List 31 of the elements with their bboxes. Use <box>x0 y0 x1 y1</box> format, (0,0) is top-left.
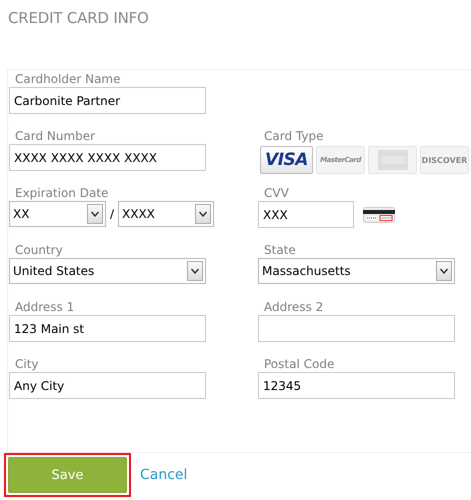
dropdown[interactable]: XXXX <box>118 201 214 227</box>
caret-icon <box>191 268 199 274</box>
dropdown[interactable]: Massachusetts <box>258 258 455 284</box>
text-field[interactable]: XXX <box>258 201 354 228</box>
caret-icon <box>440 268 448 274</box>
section-title: CREDIT CARD INFO <box>7 8 150 29</box>
caret-icon <box>199 211 207 217</box>
field-label: Country <box>14 242 64 258</box>
field-label: Address 1 <box>14 299 76 315</box>
field-label: City <box>14 356 40 372</box>
text-field[interactable]: Carbonite Partner <box>9 87 206 114</box>
card-type-option[interactable] <box>368 146 417 174</box>
text-field[interactable]: XXXX XXXX XXXX XXXX <box>9 144 206 171</box>
text-field[interactable]: Any City <box>9 372 206 399</box>
field-label: State <box>263 242 297 258</box>
date-separator: / <box>108 207 116 221</box>
field-label: Card Number <box>14 128 96 144</box>
field-label: Address 2 <box>263 299 324 315</box>
card-back-icon <box>363 206 395 222</box>
text-field[interactable]: 12345 <box>258 372 455 399</box>
field-label: Cardholder Name <box>14 71 122 87</box>
field-label: Postal Code <box>263 356 336 372</box>
field-label: Card Type <box>263 128 324 144</box>
text-field[interactable]: 123 Main st <box>9 315 206 342</box>
dropdown[interactable]: XX <box>9 201 106 227</box>
field-label: Expiration Date <box>14 185 110 201</box>
field-label: CVV <box>263 185 290 201</box>
dropdown[interactable]: United States <box>9 258 206 284</box>
caret-icon <box>91 211 99 217</box>
text-field[interactable] <box>258 315 455 342</box>
card-type-option[interactable]: VISA <box>260 146 313 174</box>
